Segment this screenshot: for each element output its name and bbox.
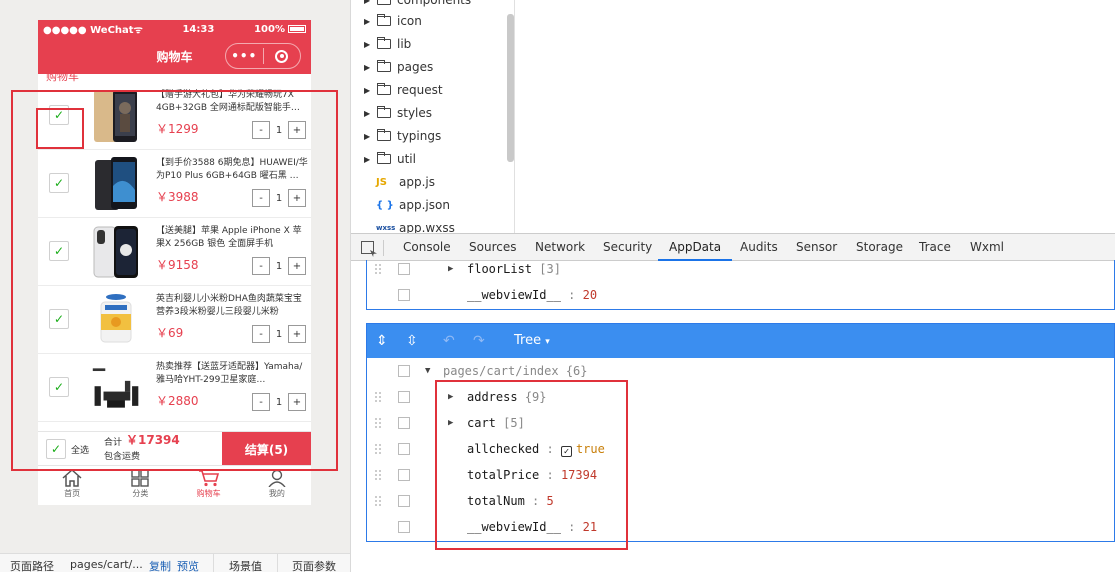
- chevron-right-icon: ▶: [364, 39, 371, 49]
- close-circle-icon: [275, 49, 289, 63]
- folder-icon: [377, 106, 391, 118]
- caret-down-icon: ▾: [545, 337, 550, 347]
- row-checkbox[interactable]: [398, 365, 410, 377]
- file-tree-item[interactable]: ▶ request: [351, 80, 514, 100]
- annotation-box-cart-list: [11, 90, 338, 471]
- file-tree-item[interactable]: ▶ components: [351, 0, 514, 10]
- row-checkbox[interactable]: [398, 263, 410, 275]
- expand-all-icon[interactable]: ⇕: [376, 333, 388, 349]
- file-tree-item[interactable]: { } app.json: [351, 195, 514, 215]
- file-tree-item[interactable]: ▶ lib: [351, 34, 514, 54]
- row-checkbox[interactable]: [398, 391, 410, 403]
- editor-divider: [514, 0, 515, 233]
- file-tree-item[interactable]: ▶ styles: [351, 103, 514, 123]
- scene-value-button[interactable]: 场景值: [229, 558, 262, 572]
- cart-icon: [198, 470, 219, 487]
- battery-icon: [287, 25, 306, 33]
- tab-home[interactable]: 首页: [38, 466, 106, 505]
- row-checkbox[interactable]: [398, 443, 410, 455]
- row-checkbox[interactable]: [398, 469, 410, 481]
- json-file-icon: { }: [376, 199, 394, 211]
- folder-icon: [377, 37, 391, 49]
- home-icon: [62, 469, 82, 487]
- inspect-element-icon[interactable]: [361, 241, 374, 254]
- data-row[interactable]: ▶ floorList [3]: [367, 256, 1114, 282]
- chevron-right-icon: ▶: [364, 62, 371, 72]
- expand-arrow-icon[interactable]: ▶: [448, 264, 453, 274]
- page-path-value: pages/cart/...: [70, 558, 143, 571]
- page-params-button[interactable]: 页面参数: [292, 558, 336, 572]
- file-tree-item[interactable]: ▶ util: [351, 149, 514, 169]
- status-bar: ●●●●● WeChatᯤ 14:33 100%: [38, 20, 311, 38]
- category-icon: [131, 469, 150, 487]
- appdata-panel: ▶ floorList [3] __webviewId__ : 20 ⇕ ⇳ ↶…: [351, 260, 1115, 572]
- redo-icon[interactable]: ↷: [473, 333, 485, 349]
- page-path-bar: 页面路径 pages/cart/... 复制 预览 场景值 页面参数: [0, 553, 350, 572]
- preview-link[interactable]: 预览: [177, 558, 199, 572]
- folder-icon: [377, 0, 391, 5]
- view-mode-dropdown[interactable]: Tree ▾: [514, 333, 550, 348]
- tab-label: 购物车: [196, 489, 221, 498]
- time-text: 14:33: [182, 23, 215, 35]
- file-tree: ▶ components ▶ icon ▶ lib ▶ pages ▶ request ▶…: [351, 0, 514, 233]
- close-button[interactable]: [264, 49, 301, 63]
- chevron-right-icon: ▶: [364, 108, 371, 118]
- nav-bar: 购物车 •••: [38, 38, 311, 74]
- page-path-label: 页面路径: [10, 560, 54, 572]
- file-tree-item[interactable]: JS app.js: [351, 172, 514, 192]
- drag-handle-icon[interactable]: [374, 443, 382, 455]
- wxss-file-icon: wxss: [376, 224, 396, 232]
- battery-text: 100%: [254, 23, 285, 35]
- collapse-all-icon[interactable]: ⇳: [406, 333, 418, 349]
- folder-icon: [377, 83, 391, 95]
- row-checkbox[interactable]: [398, 289, 410, 301]
- mini-program-capsule: •••: [225, 43, 301, 69]
- js-file-icon: JS: [376, 176, 387, 188]
- file-tree-item[interactable]: ▶ typings: [351, 126, 514, 146]
- copy-link[interactable]: 复制: [149, 558, 171, 572]
- tab-label: 首页: [64, 489, 81, 498]
- simulator-area: ●●●●● WeChatᯤ 14:33 100% 购物车 ••• 购物车 ✓ 【…: [0, 0, 350, 572]
- chevron-right-icon: ▶: [364, 154, 371, 164]
- chevron-right-icon: ▶: [364, 16, 371, 26]
- folder-icon: [377, 60, 391, 72]
- row-checkbox[interactable]: [398, 417, 410, 429]
- file-tree-item[interactable]: ▶ pages: [351, 57, 514, 77]
- annotation-box-appdata: [435, 380, 628, 550]
- drag-handle-icon[interactable]: [374, 391, 382, 403]
- chevron-right-icon: ▶: [364, 131, 371, 141]
- folder-icon: [377, 152, 391, 164]
- tab-profile[interactable]: 我的: [243, 466, 311, 505]
- appdata-toolbar: ⇕ ⇳ ↶ ↷ Tree ▾: [367, 324, 1114, 358]
- file-tree-scrollbar[interactable]: [507, 14, 514, 162]
- battery: 100%: [254, 24, 306, 35]
- data-row[interactable]: __webviewId__ : 20: [367, 282, 1114, 308]
- drag-handle-icon[interactable]: [374, 469, 382, 481]
- tab-category[interactable]: 分类: [106, 466, 174, 505]
- tab-label: 分类: [132, 489, 149, 498]
- tab-cart[interactable]: 购物车: [175, 466, 243, 505]
- tab-label: 我的: [268, 489, 285, 498]
- drag-handle-icon[interactable]: [374, 263, 382, 275]
- folder-icon: [377, 14, 391, 26]
- row-checkbox[interactable]: [398, 495, 410, 507]
- drag-handle-icon[interactable]: [374, 495, 382, 507]
- tab-bar: 首页 分类 购物车 我的: [38, 465, 311, 505]
- chevron-right-icon: ▶: [364, 85, 371, 95]
- carrier-text: ●●●●● WeChatᯤ: [43, 25, 143, 36]
- row-checkbox[interactable]: [398, 521, 410, 533]
- file-tree-item[interactable]: ▶ icon: [351, 11, 514, 31]
- undo-icon[interactable]: ↶: [443, 333, 455, 349]
- user-icon: [268, 469, 286, 487]
- folder-icon: [377, 129, 391, 141]
- data-panel-index: ▶ floorList [3] __webviewId__ : 20: [366, 260, 1115, 310]
- partial-header-text: 购物车: [46, 74, 79, 82]
- drag-handle-icon[interactable]: [374, 417, 382, 429]
- more-menu-button[interactable]: •••: [226, 49, 263, 63]
- collapse-arrow-icon[interactable]: ▼: [425, 366, 430, 376]
- chevron-right-icon: ▶: [364, 0, 371, 5]
- file-tree-item[interactable]: wxss app.wxss: [351, 218, 514, 233]
